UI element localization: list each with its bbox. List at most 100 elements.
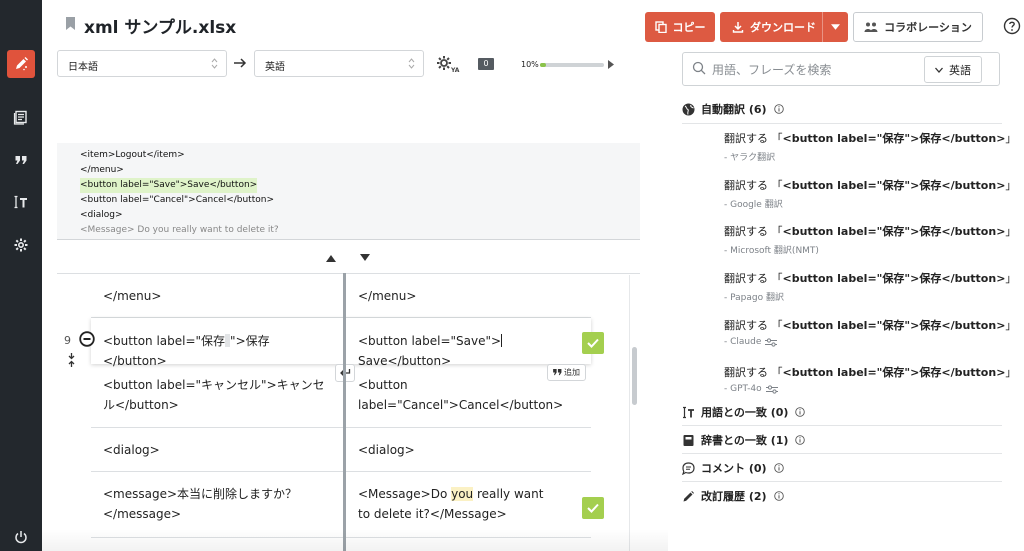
check-icon [587, 338, 599, 348]
target-before: <Message>Do [358, 487, 452, 501]
terminology-icon[interactable] [7, 188, 35, 216]
scrollbar-track[interactable] [629, 275, 630, 551]
info-icon[interactable] [773, 104, 784, 114]
remove-segment-icon[interactable] [79, 331, 95, 347]
segment-target[interactable]: <dialog> [358, 440, 583, 460]
section-divider [682, 453, 1002, 454]
search-language-value: 英語 [949, 63, 971, 77]
mt-text: <button label="保存">保存</button> [782, 225, 1006, 238]
mt-suggestion[interactable]: 翻訳する 「<button label="保存">保存</button>」 - … [724, 223, 1016, 256]
document-icon[interactable] [7, 103, 35, 131]
title-row: xml サンプル.xlsx [42, 0, 682, 44]
book-icon [683, 434, 694, 446]
search-icon [692, 61, 706, 75]
help-icon[interactable] [1003, 17, 1021, 35]
download-menu-toggle[interactable] [822, 12, 848, 42]
info-icon[interactable] [795, 407, 806, 417]
sliders-icon[interactable] [765, 384, 778, 394]
info-icon[interactable] [773, 491, 784, 501]
info-icon[interactable] [773, 463, 784, 473]
add-to-glossary-button[interactable]: 追加 [547, 364, 586, 381]
add-label: 追加 [564, 368, 580, 377]
confirm-segment-button[interactable] [582, 332, 604, 354]
mt-text: <button label="保存">保存</button> [782, 272, 1006, 285]
search-language-select[interactable]: 英語 [924, 56, 982, 83]
mt-text: <button label="保存">保存</button> [782, 132, 1006, 145]
sliders-icon[interactable] [765, 337, 778, 347]
segment-row[interactable]: <dialog> <dialog> [91, 428, 591, 472]
machine-translation-heading[interactable]: 自動翻訳 (6) [682, 101, 784, 117]
copy-button[interactable]: コピー [645, 12, 715, 42]
check-icon [587, 503, 599, 513]
segment-row-active[interactable]: <button label="保存 ">保存</button> <button l… [91, 318, 591, 368]
preview-line: </menu> [80, 165, 124, 175]
text-caret [501, 334, 503, 347]
section-divider [682, 425, 1002, 426]
copy-label: コピー [672, 21, 706, 34]
mt-engine: - Papago 翻訳 [724, 293, 784, 303]
comments-heading[interactable]: コメント (0) [682, 460, 784, 476]
mt-engine: - Google 翻訳 [724, 200, 783, 210]
settings-icon[interactable] [7, 231, 35, 259]
progress-bar [540, 63, 604, 67]
download-icon [732, 22, 744, 33]
dictionary-match-heading[interactable]: 辞書との一致 (1) [682, 432, 806, 448]
previous-segment-icon[interactable] [326, 254, 336, 262]
confirm-segment-button[interactable] [582, 497, 604, 519]
mt-suggestion[interactable]: 翻訳する 「<button label="保存">保存</button>」 - … [724, 364, 1016, 394]
terminology-icon [683, 406, 694, 418]
mt-suggestion[interactable]: 翻訳する 「<button label="保存">保存</button>」 - … [724, 130, 1016, 163]
comment-count-badge[interactable]: 0 [478, 58, 494, 70]
svg-text:YA: YA [450, 67, 460, 73]
mt-suffix: 」 [1005, 272, 1017, 285]
segment-target[interactable]: </menu> [358, 286, 583, 306]
source-language-value: 日本語 [68, 62, 98, 73]
mt-suffix: 」 [1005, 319, 1017, 332]
segment-target[interactable]: <Message>Do you really want to delete it… [358, 484, 558, 524]
preview-line: <button label="Cancel">Cancel</button> [80, 195, 274, 205]
info-icon[interactable] [795, 435, 806, 445]
power-icon[interactable] [7, 523, 35, 551]
mt-engine: - Claude [724, 337, 762, 347]
bookmark-icon[interactable] [66, 17, 75, 30]
revision-history-heading[interactable]: 改訂履歴 (2) [682, 488, 784, 504]
segment-row[interactable]: </menu> </menu> [91, 274, 591, 318]
quote-icon [553, 369, 562, 376]
segment-number: 9 [64, 334, 71, 347]
mt-suggestion[interactable]: 翻訳する 「<button label="保存">保存</button>」 - … [724, 270, 1016, 303]
mt-engine: - Microsoft 翻訳(NMT) [724, 246, 819, 256]
segment-target[interactable]: <button label="Cancel">Cancel</button> [358, 375, 563, 415]
auto-translate-settings-icon[interactable]: YA [436, 55, 462, 73]
mt-text: <button label="保存">保存</button> [782, 179, 1006, 192]
segment-source: <button label="キャンセル">キャンセル</button> [103, 378, 325, 412]
target-language-select[interactable]: 英語 [254, 50, 424, 77]
updown-icon [408, 58, 415, 69]
globe-icon [682, 103, 695, 115]
source-language-select[interactable]: 日本語 [57, 50, 227, 77]
preview-line: <dialog> [80, 210, 123, 220]
play-icon[interactable] [608, 60, 614, 69]
edit-icon[interactable] [7, 50, 35, 78]
arrow-right-icon [234, 58, 247, 68]
preview-divider[interactable] [57, 239, 640, 240]
column-divider[interactable] [343, 273, 346, 551]
comments-title: コメント (0) [701, 462, 767, 475]
mt-engine: - ヤラク翻訳 [724, 153, 776, 163]
split-segment-icon[interactable] [67, 353, 76, 367]
people-icon [864, 22, 878, 32]
quote-icon[interactable] [7, 146, 35, 174]
collaboration-button[interactable]: コラボレーション [853, 12, 983, 42]
next-segment-icon[interactable] [360, 254, 370, 262]
mt-prefix: 翻訳する 「 [724, 225, 783, 238]
source-before: <button label="保存 [103, 334, 226, 348]
mt-suggestion[interactable]: 翻訳する 「<button label="保存">保存</button>」 - … [724, 317, 1016, 347]
mt-suggestion[interactable]: 翻訳する 「<button label="保存">保存</button>」 - … [724, 177, 1016, 210]
mt-suffix: 」 [1005, 366, 1017, 379]
pencil-icon [683, 490, 694, 501]
term-match-title: 用語との一致 (0) [701, 406, 789, 419]
scrollbar-thumb[interactable] [632, 347, 637, 405]
mt-prefix: 翻訳する 「 [724, 179, 783, 192]
download-button[interactable]: ダウンロード [720, 12, 848, 42]
term-match-heading[interactable]: 用語との一致 (0) [682, 404, 806, 420]
mt-prefix: 翻訳する 「 [724, 132, 783, 145]
